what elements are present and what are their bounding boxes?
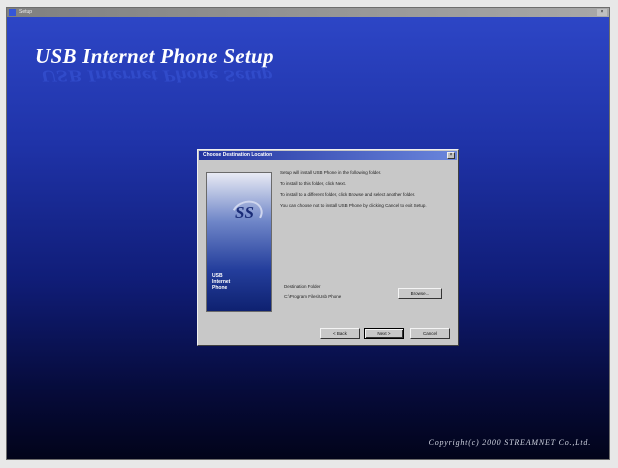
dialog-titlebar: Choose Destination Location × bbox=[199, 151, 457, 160]
dialog-close-button[interactable]: × bbox=[447, 152, 455, 159]
copyright-text: Copyright(c) 2000 STREAMNET Co.,Ltd. bbox=[428, 438, 591, 447]
dialog-title: Choose Destination Location bbox=[203, 152, 273, 158]
back-button[interactable]: < Back bbox=[320, 328, 360, 339]
destination-folder-path: C:\Program Files\Usb Phone bbox=[284, 294, 342, 299]
cancel-button[interactable]: Cancel bbox=[410, 328, 450, 339]
window-close-button[interactable]: × bbox=[597, 9, 607, 16]
side-banner: SS USB Internet Phone bbox=[206, 172, 272, 312]
side-caption-line: Phone bbox=[212, 285, 228, 291]
destination-folder-group: Destination Folder C:\Program Files\Usb … bbox=[280, 280, 452, 312]
instruction-text: To install to this folder, click Next. bbox=[280, 181, 347, 186]
setup-title-reflection: USB Internet Phone Setup bbox=[41, 66, 273, 86]
setup-background: Setup × USB Internet Phone Setup USB Int… bbox=[6, 7, 610, 460]
app-icon bbox=[9, 9, 16, 16]
product-logo-icon: SS bbox=[235, 203, 254, 222]
next-button[interactable]: Next > bbox=[364, 328, 404, 339]
instruction-text: Setup will install USB Phone in the foll… bbox=[280, 170, 382, 175]
choose-destination-dialog: Choose Destination Location × SS USB Int… bbox=[197, 149, 459, 346]
browse-button[interactable]: Browse... bbox=[398, 288, 442, 299]
side-caption: USB Internet Phone bbox=[212, 273, 230, 291]
dialog-content: Setup will install USB Phone in the foll… bbox=[280, 170, 452, 214]
destination-folder-label: Destination Folder bbox=[284, 284, 321, 289]
instruction-text: To install to a different folder, click … bbox=[280, 192, 416, 197]
instruction-text: You can choose not to install USB Phone … bbox=[280, 203, 427, 208]
window-title: Setup bbox=[19, 9, 33, 15]
window-titlebar: Setup × bbox=[7, 8, 609, 17]
